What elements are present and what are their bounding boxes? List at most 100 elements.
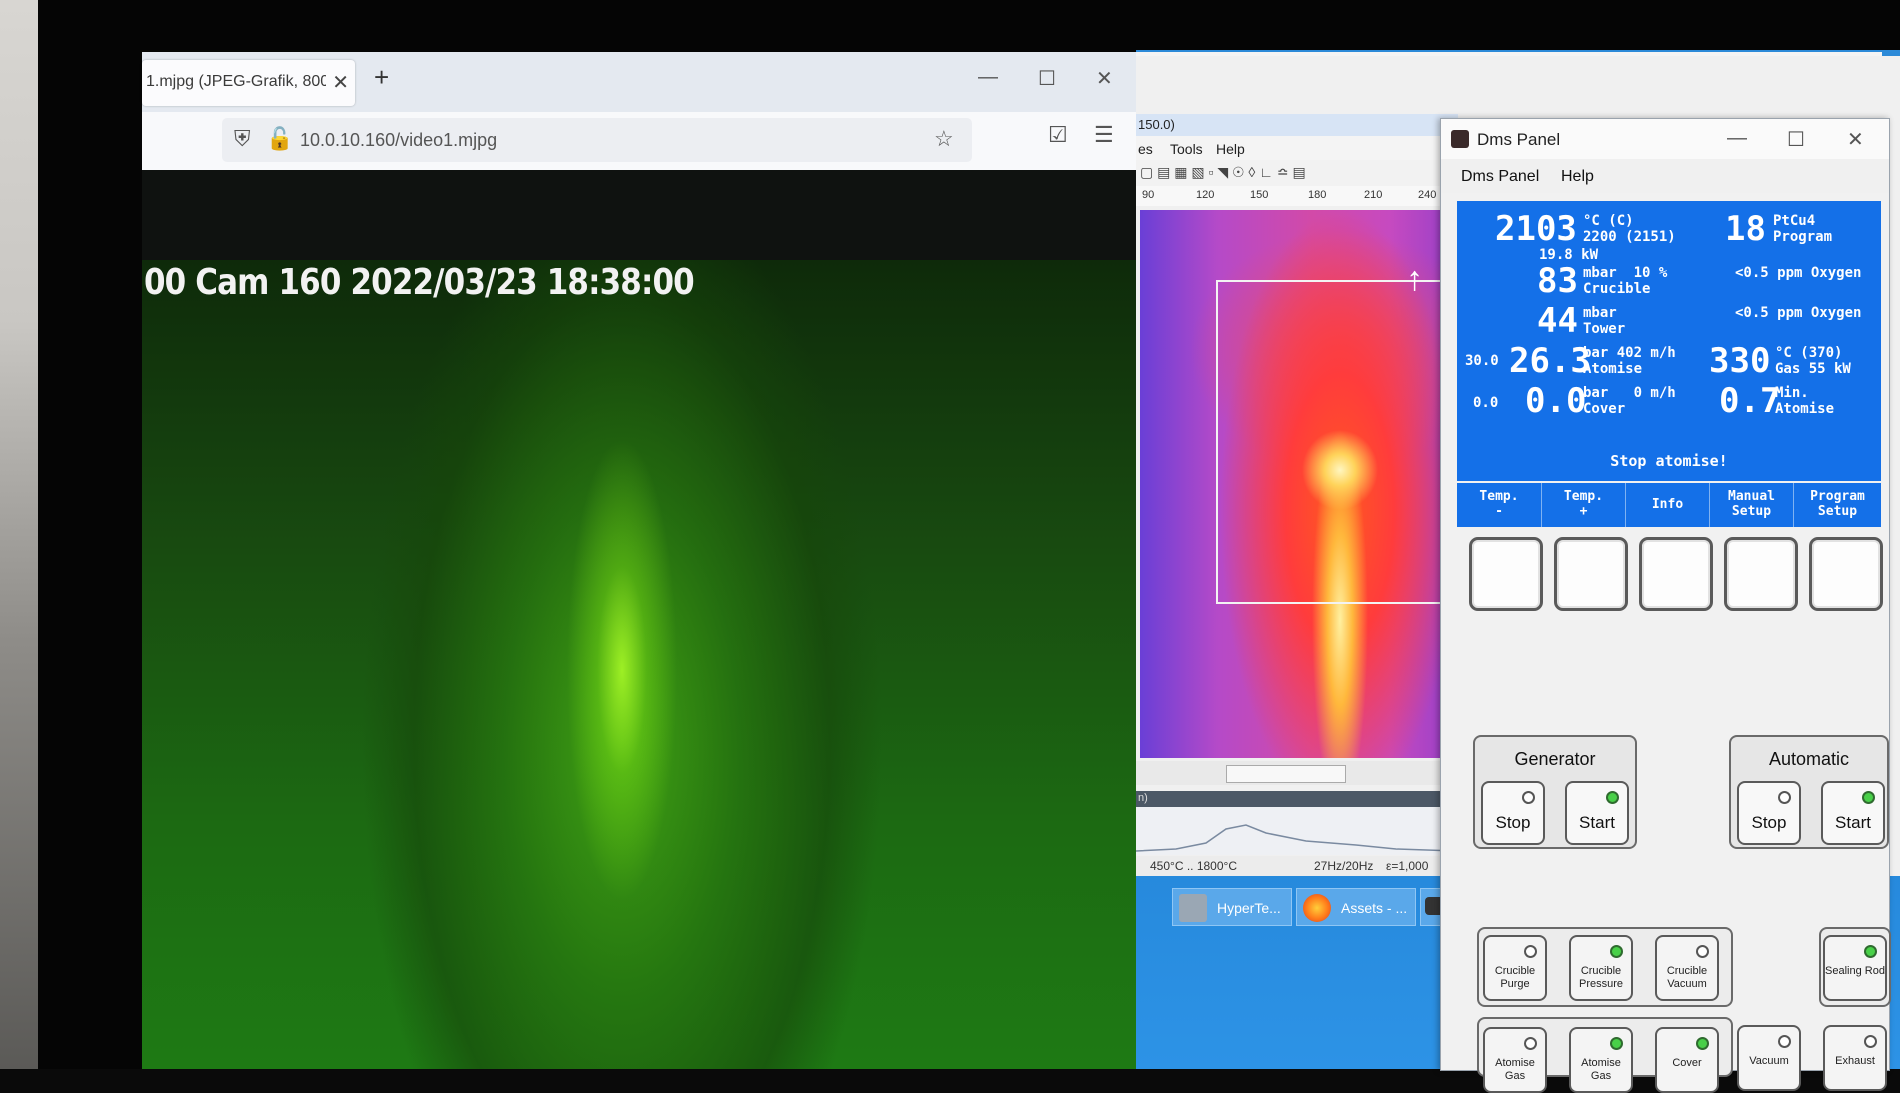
tab-video[interactable]: 1.mjpg (JPEG-Grafik, 800 ✕ (142, 60, 355, 106)
menu-item-edit[interactable]: es (1138, 141, 1153, 157)
button-label: Crucible Vacuum (1666, 965, 1708, 990)
scrollbar-thumb[interactable] (1226, 765, 1346, 783)
status-led (1524, 1037, 1537, 1050)
insecure-lock-icon[interactable]: 🔓 (266, 126, 293, 152)
thermal-toolbar: ▢ ▤ ▦ ▧ ▫ ◥ ☉ ◊ ∟ ≏ ▤ (1136, 160, 1456, 186)
new-tab-button[interactable]: + (374, 62, 389, 93)
temperature-histogram (1135, 807, 1457, 855)
taskbar-item-hypertest[interactable]: HyperTe... (1172, 888, 1292, 926)
soft-button-4[interactable] (1724, 537, 1798, 611)
temp-minus-key[interactable]: Temp. - (1457, 483, 1541, 527)
firefox-window: 1.mjpg (JPEG-Grafik, 800 ✕ + — ☐ ✕ ⛨ 🔓 1… (142, 52, 1136, 1069)
gas-unit: °C (370) (1775, 345, 1843, 361)
taskbar: HyperTe... Assets - ... (1136, 886, 1456, 930)
ruler-tick: 90 (1142, 189, 1155, 201)
button-label: Sealing Rod (1825, 965, 1885, 977)
toolbar-icons[interactable]: ▢ ▤ ▦ ▧ ▫ ◥ ☉ ◊ ∟ ≏ ▤ (1140, 164, 1306, 181)
close-tab-icon[interactable]: ✕ (332, 70, 349, 95)
gas-label: Gas 55 kW (1775, 361, 1851, 377)
menu-item-help[interactable]: Help (1216, 141, 1245, 157)
button-label: Vacuum (1749, 1055, 1789, 1067)
exhaust-button[interactable]: Exhaust (1823, 1025, 1887, 1091)
dms-titlebar: Dms Panel — ☐ ✕ (1441, 119, 1889, 159)
automatic-stop-button[interactable]: Stop (1737, 781, 1801, 845)
video-viewport: 00 Cam 160 2022/03/23 18:38:00 (142, 170, 1136, 1069)
info-key[interactable]: Info (1625, 483, 1709, 527)
automatic-start-button[interactable]: Start (1821, 781, 1885, 845)
menu-hamburger-icon[interactable]: ☰ (1094, 122, 1114, 148)
firefox-icon (1303, 894, 1331, 922)
soft-button-3[interactable] (1639, 537, 1713, 611)
crucible-valves-group: Crucible Purge Crucible Pressure Crucibl… (1477, 927, 1733, 1007)
ruler-tick: 210 (1364, 189, 1383, 201)
temperature-setpoint: 2200 (2151) (1583, 229, 1676, 245)
cover-setpoint: 0.0 (1473, 395, 1499, 411)
manual-setup-key[interactable]: Manual Setup (1709, 483, 1793, 527)
min-label: Atomise (1775, 401, 1835, 417)
histogram-curve (1135, 824, 1457, 852)
gas-temperature-value: 330 (1709, 341, 1771, 381)
pocket-icon[interactable]: ☑ (1048, 122, 1068, 148)
button-label: Stop (1751, 813, 1787, 832)
cover-gas-button[interactable]: Cover (1655, 1027, 1719, 1093)
menu-item-help[interactable]: Help (1561, 168, 1594, 186)
atomise-gas-button-1[interactable]: Atomise Gas (1483, 1027, 1547, 1093)
button-label: Start (1579, 813, 1615, 832)
menu-item-dms-panel[interactable]: Dms Panel (1461, 168, 1539, 186)
button-label: Stop (1495, 813, 1531, 832)
minimize-icon[interactable]: — (1727, 127, 1747, 150)
status-led (1864, 1035, 1877, 1048)
sealing-rod-button[interactable]: Sealing Rod (1823, 935, 1887, 1001)
status-led (1610, 1037, 1623, 1050)
minimize-icon[interactable]: — (978, 66, 998, 89)
generator-stop-button[interactable]: Stop (1481, 781, 1545, 845)
min-atomise-value: 0.7 (1719, 381, 1781, 421)
status-led (1522, 791, 1535, 804)
status-led (1696, 1037, 1709, 1050)
oxygen-reading-2: <0.5 ppm Oxygen (1735, 305, 1862, 321)
crucible-pressure-button[interactable]: Crucible Pressure (1569, 935, 1633, 1001)
status-led (1778, 1035, 1791, 1048)
close-icon[interactable]: ✕ (1096, 66, 1113, 91)
atomise-gas-button-2[interactable]: Atomise Gas (1569, 1027, 1633, 1093)
measurement-box[interactable] (1216, 280, 1458, 604)
maximize-icon[interactable]: ☐ (1787, 127, 1805, 152)
temp-plus-key[interactable]: Temp. + (1541, 483, 1625, 527)
sealing-rod-group: Sealing Rod (1819, 927, 1891, 1007)
gas-valves-group: Atomise Gas Atomise Gas Cover (1477, 1017, 1733, 1093)
horizontal-scrollbar[interactable] (1136, 761, 1456, 785)
program-setup-key[interactable]: Program Setup (1793, 483, 1881, 527)
app-icon (1179, 894, 1207, 922)
generator-start-button[interactable]: Start (1565, 781, 1629, 845)
button-label: Exhaust (1835, 1055, 1875, 1067)
generator-group: Generator Stop Start (1473, 735, 1637, 849)
button-label: Atomise Gas (1581, 1057, 1621, 1082)
program-label: Program (1773, 229, 1833, 245)
shield-icon[interactable]: ⛨ (234, 126, 251, 152)
soft-button-5[interactable] (1809, 537, 1883, 611)
status-led (1778, 791, 1791, 804)
menu-item-tools[interactable]: Tools (1170, 141, 1203, 157)
status-message: Stop atomise! (1457, 441, 1881, 481)
crucible-pressure-value: 83 (1537, 261, 1578, 301)
crucible-purge-button[interactable]: Crucible Purge (1483, 935, 1547, 1001)
cover-label: Cover (1583, 401, 1626, 417)
close-icon[interactable]: ✕ (1847, 127, 1864, 152)
button-label: Cover (1672, 1057, 1702, 1069)
thermal-menubar: es Tools Help (1136, 136, 1456, 160)
vacuum-button[interactable]: Vacuum (1737, 1025, 1801, 1091)
url-bar[interactable]: ⛨ 🔓 10.0.10.160/video1.mjpg ☆ (222, 118, 972, 162)
navigation-bar: ⛨ 🔓 10.0.10.160/video1.mjpg ☆ ☑ ☰ (142, 112, 1136, 170)
camera-timestamp-overlay: 00 Cam 160 2022/03/23 18:38:00 (144, 262, 695, 303)
bookmark-star-icon[interactable]: ☆ (934, 126, 954, 152)
soft-button-2[interactable] (1554, 537, 1628, 611)
maximize-icon[interactable]: ☐ (1038, 66, 1056, 91)
min-unit: Min. (1775, 385, 1809, 401)
crucible-vacuum-button[interactable]: Crucible Vacuum (1655, 935, 1719, 1001)
url-text[interactable]: 10.0.10.160/video1.mjpg (300, 130, 497, 151)
taskbar-item-firefox[interactable]: Assets - ... (1296, 888, 1416, 926)
thermal-image[interactable]: ↑ (1140, 210, 1458, 758)
atomise-pressure-value: 26.3 (1509, 341, 1591, 381)
status-display: 2103 °C (C) 2200 (2151) 19.8 kW 18 PtCu4… (1457, 201, 1881, 441)
soft-button-1[interactable] (1469, 537, 1543, 611)
